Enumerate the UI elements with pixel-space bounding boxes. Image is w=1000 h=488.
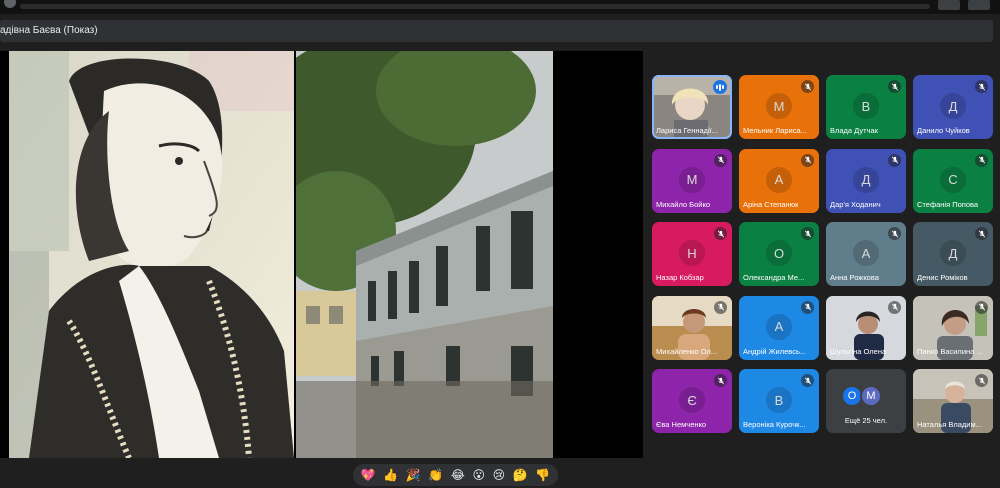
more-participants-label: Ещё 25 чел. [844,416,888,425]
mic-off-icon [714,374,727,387]
mic-off-icon [714,153,727,167]
participant-tile[interactable]: Наталья Владим... [913,369,993,433]
mic-off-icon [888,80,901,93]
mic-off-icon [975,80,988,93]
presentation-title-bar: адівна Баєва (Показ) [0,20,993,42]
mic-off-icon [714,300,727,314]
mic-off-icon [975,300,988,314]
participant-avatar: М [766,93,792,119]
mic-off-icon [714,227,727,240]
participant-tile[interactable]: В Влада Дутчак [826,75,906,139]
portrait-image [9,51,294,458]
participant-name: Єва Немченко [656,420,707,429]
participant-avatar: В [766,387,792,413]
reaction-sad-button[interactable]: 😢 [493,468,506,482]
participant-tile[interactable]: А Анна Рожкова [826,222,906,286]
participant-tile[interactable]: М Михайло Бойко [652,148,732,213]
participant-name: Анна Рожкова [830,273,879,282]
participant-name: Олександра Ме... [743,273,805,282]
participant-tile[interactable]: С Стефанія Попова [913,148,993,213]
participant-name: Михайло Бойко [656,199,710,209]
participant-name: Денис Роміков [917,273,968,282]
participant-avatar: Д [940,93,966,119]
mic-off-icon [975,227,988,240]
building-photo [296,51,553,458]
mic-off-icon [801,80,814,93]
reaction-thumbs-up-button[interactable]: 👍 [383,468,398,482]
speaking-indicator-icon [713,80,727,94]
participant-tile[interactable]: Шульгіна Олена [826,295,906,360]
participant-tile[interactable]: Михайленко Ол... [652,295,732,360]
reaction-clap-button[interactable]: 👏 [428,468,443,482]
participant-name: Мельник Лариса... [743,126,807,135]
mic-off-icon [975,153,988,167]
participant-tile[interactable]: Лариса Геннадії... [652,75,732,139]
more-participants-avatars: ОМ [841,385,882,407]
participant-avatar: Є [679,387,705,413]
reaction-thumbs-down-button[interactable]: 👎 [535,468,550,482]
participant-avatar: А [766,166,792,193]
participant-name: Наталья Владим... [917,420,982,429]
mic-off-icon [801,300,814,314]
participant-tile[interactable]: А Андрій Жилевсь... [739,295,819,360]
participant-tile[interactable]: О Олександра Ме... [739,222,819,286]
mic-off-icon [888,153,901,167]
presenter-title: адівна Баєва (Показ) [0,25,98,36]
participant-name: Назар Кобзар [656,273,704,282]
participant-avatar: М [679,166,705,193]
participant-name: Андрій Жилевсь... [743,346,807,356]
participant-avatar: С [940,166,966,193]
reactions-bar: 💖 👍 🎉 👏 😂 😮 😢 🤔 👎 [353,464,558,486]
top-strip-bar [20,4,930,9]
browser-top-strip [0,0,1000,14]
mic-off-icon [888,227,901,240]
participant-name: Влада Дутчак [830,126,878,135]
participant-tile[interactable]: М Мельник Лариса... [739,75,819,139]
participant-name: Стефанія Попова [917,199,979,209]
participant-name: Михайленко Ол... [656,346,718,356]
reaction-thinking-button[interactable]: 🤔 [513,468,528,482]
reaction-heart-button[interactable]: 💖 [361,468,376,482]
participant-name: Шульгіна Олена [830,346,887,356]
participant-tile[interactable]: Д Данило Чуйков [913,75,993,139]
mic-off-icon [801,227,814,240]
participant-avatar: В [853,93,879,119]
participant-tile[interactable]: Н Назар Кобзар [652,222,732,286]
participant-avatar: Н [679,240,705,266]
participant-avatar: Д [940,240,966,266]
participant-tile[interactable]: В Вероніка Курочк... [739,369,819,433]
participant-tile[interactable]: А Аріна Степанюк [739,148,819,213]
participant-avatar: А [766,313,792,340]
participant-avatar: Д [853,166,879,193]
participant-name: Дар'я Ходанич [830,199,881,209]
participant-name: Вероніка Курочк... [743,420,806,429]
participant-name: Лариса Геннадії... [656,126,719,135]
participant-name: Панко Василина ... [917,346,983,356]
reaction-laugh-button[interactable]: 😂 [451,468,465,482]
presentation-screen [0,51,643,458]
mic-off-icon [801,153,814,167]
participant-tile[interactable]: Є Єва Немченко [652,369,732,433]
window-button[interactable] [968,0,990,10]
reaction-party-button[interactable]: 🎉 [406,468,421,482]
participant-tile[interactable]: О М Ещё 25 чел. [826,369,906,433]
app-icon [4,0,16,8]
participant-avatar: М [860,385,882,407]
window-button[interactable] [938,0,960,10]
participant-name: Аріна Степанюк [743,199,799,209]
mic-off-icon [888,300,901,314]
participant-avatar: О [766,240,792,266]
participant-avatar: А [853,240,879,266]
participant-tile[interactable]: Д Денис Роміков [913,222,993,286]
mic-off-icon [801,374,814,387]
reaction-surprised-button[interactable]: 😮 [473,468,486,482]
mic-off-icon [975,374,988,387]
participant-tile[interactable]: Панко Василина ... [913,295,993,360]
participant-tile[interactable]: Д Дар'я Ходанич [826,148,906,213]
participant-name: Данило Чуйков [917,126,970,135]
